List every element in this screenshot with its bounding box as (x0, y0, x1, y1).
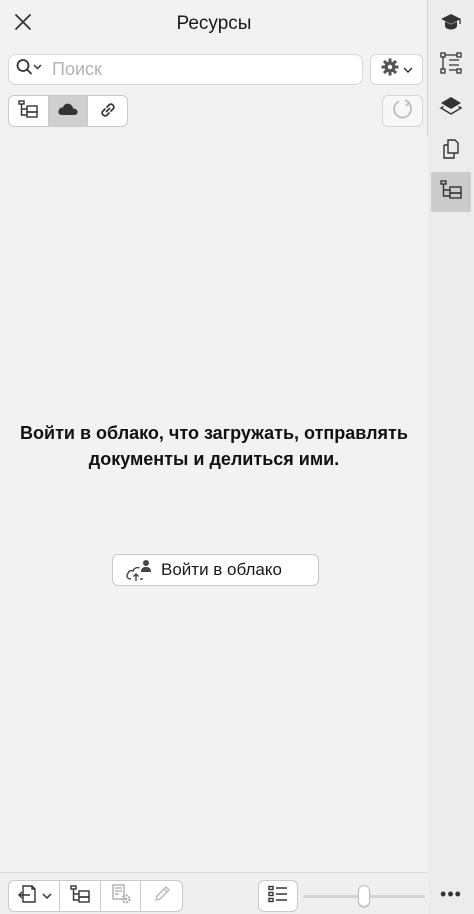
view-row (8, 95, 424, 127)
panel-header: Ресурсы (0, 0, 428, 48)
cloud-login-label: Войти в облако (161, 560, 282, 579)
cloud-login-button[interactable]: Войти в облако (112, 554, 319, 586)
view-linked-button[interactable] (88, 96, 127, 126)
cloud-icon (56, 101, 80, 122)
search-settings-button[interactable] (370, 54, 423, 85)
document-settings-button[interactable] (101, 881, 142, 911)
list-view-icon (267, 884, 289, 909)
right-rail: ••• (429, 0, 474, 914)
edit-button[interactable] (141, 881, 182, 911)
search-icon (15, 58, 45, 81)
graduation-cap-icon (440, 11, 462, 38)
thumbnail-size-slider[interactable] (303, 885, 425, 907)
document-settings-icon (110, 883, 132, 910)
slider-thumb[interactable] (358, 885, 370, 907)
rail-learn-button[interactable] (431, 4, 471, 44)
import-icon (17, 883, 39, 910)
tree-structure-icon (439, 51, 463, 80)
view-cloud-button[interactable] (48, 96, 89, 126)
search-box (8, 54, 363, 85)
new-folder-button[interactable] (60, 881, 101, 911)
refresh-icon (391, 97, 415, 126)
view-switcher (8, 95, 128, 127)
rail-more-button[interactable]: ••• (431, 876, 471, 912)
rail-objects-button[interactable] (431, 45, 471, 85)
panel-footer (0, 872, 428, 914)
folder-tree-icon (17, 99, 39, 124)
rail-assets-button[interactable] (431, 172, 471, 212)
pencil-icon (152, 884, 172, 909)
list-view-button[interactable] (258, 880, 298, 912)
chevron-down-icon (42, 887, 52, 905)
refresh-button[interactable] (382, 95, 423, 127)
pages-icon (440, 138, 462, 165)
search-row (8, 54, 424, 86)
empty-state-message: Войти в облако, что загружать, отправлят… (20, 423, 408, 469)
rail-layers-button[interactable] (431, 88, 471, 128)
search-input[interactable] (48, 55, 348, 84)
search-scope-button[interactable] (12, 55, 48, 85)
import-button[interactable] (9, 881, 61, 911)
rail-pages-button[interactable] (431, 131, 471, 171)
link-icon (97, 99, 119, 124)
assets-panel: Ресурсы Поиск Войти в облако, что загруж… (0, 0, 428, 914)
cloud-upload-user-icon (119, 557, 159, 583)
view-local-button[interactable] (9, 96, 49, 126)
gear-icon (380, 57, 400, 82)
panel-title: Ресурсы (176, 13, 252, 34)
assets-content: Войти в облако, что загружать, отправлят… (0, 136, 428, 872)
layers-icon (439, 94, 463, 123)
folder-tree-icon (69, 884, 91, 909)
assets-icon (439, 179, 463, 206)
footer-actions (8, 880, 183, 912)
chevron-down-icon (403, 61, 413, 79)
